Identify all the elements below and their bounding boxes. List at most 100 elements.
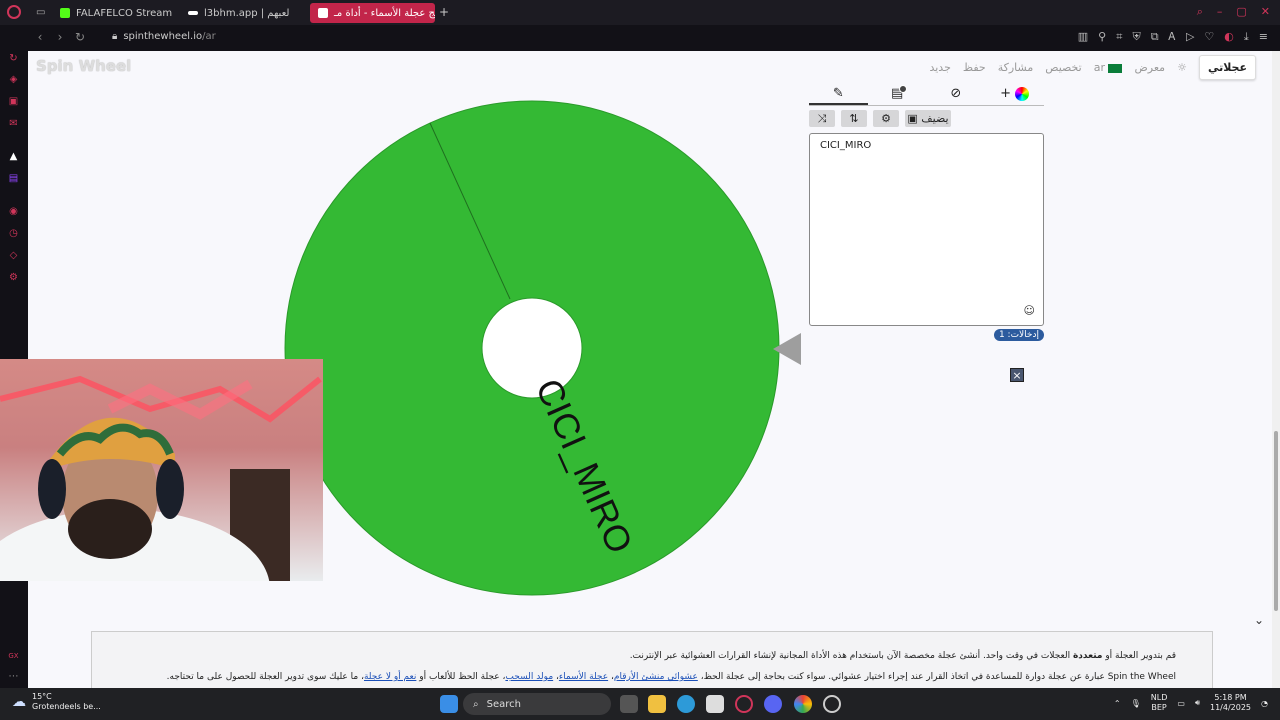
search-icon[interactable]: ⌕ bbox=[1197, 5, 1203, 19]
notifications-icon[interactable]: ◔ bbox=[1261, 699, 1268, 708]
history-icon[interactable]: ◷ bbox=[7, 227, 20, 240]
tab-spinthewheel[interactable]: برنامج عجلة الأسماء - أداة مـ bbox=[310, 3, 435, 23]
reload-icon[interactable]: ↻ bbox=[72, 30, 88, 44]
link-draw-generator[interactable]: مولد السحب bbox=[505, 672, 553, 682]
nav-customize[interactable]: تخصيص bbox=[1045, 61, 1082, 74]
scrollbar-thumb[interactable] bbox=[1274, 431, 1278, 611]
url-host: spinthewheel.io bbox=[123, 31, 203, 42]
shuffle-button[interactable]: ⤨ bbox=[809, 110, 835, 127]
link-random-number[interactable]: عشوائي منشئ الأرقام bbox=[614, 672, 698, 682]
volume-icon[interactable]: 🔊︎ bbox=[1195, 698, 1200, 708]
my-wheels-button[interactable]: عجلاتي bbox=[1198, 55, 1256, 80]
bag-icon[interactable]: ◈ bbox=[7, 73, 20, 86]
twitch-icon[interactable]: ▤ bbox=[7, 172, 20, 185]
minimize-icon[interactable]: – bbox=[1217, 5, 1223, 19]
info-bold: متعددة bbox=[1072, 651, 1103, 661]
start-icon[interactable] bbox=[440, 695, 458, 713]
gx-icon[interactable]: GX bbox=[7, 650, 20, 663]
link-names-wheel[interactable]: عجلة الأسماء bbox=[559, 672, 608, 682]
tab-add-wheel[interactable]: + bbox=[985, 84, 1044, 105]
clock[interactable]: 5:18 PM 11/4/2025 bbox=[1210, 693, 1251, 713]
info-text: قم بتدوير العجلة أو bbox=[1102, 651, 1176, 661]
tab-results[interactable]: ▤ bbox=[868, 84, 927, 105]
new-tab-icon[interactable]: + bbox=[439, 5, 449, 19]
search-label: Search bbox=[486, 698, 521, 710]
maximize-icon[interactable]: ▢ bbox=[1236, 5, 1246, 19]
wallet-icon[interactable]: ▣ bbox=[7, 95, 20, 108]
weather-widget[interactable]: ☁ 15°C Grotendeels be... bbox=[12, 692, 101, 712]
settings-button[interactable]: ⚙ bbox=[873, 110, 899, 127]
edge-icon[interactable] bbox=[677, 695, 695, 713]
page-scrollbar[interactable] bbox=[1272, 51, 1280, 688]
play-icon[interactable]: ▷ bbox=[1186, 30, 1194, 44]
download-icon[interactable]: ⤓ bbox=[1244, 30, 1249, 44]
extensions-icon[interactable]: ⧉ bbox=[1151, 30, 1159, 44]
chevron-up-icon[interactable]: ⌃ bbox=[1114, 699, 1121, 708]
file-explorer-icon[interactable] bbox=[648, 695, 666, 713]
entries-editor: ✎ ▤ ⊘ + ⤨ ⇅ ⚙ ▣ يضيف CICI_MIRO ☺ إدخالات… bbox=[809, 84, 1044, 341]
opera-gx-icon[interactable] bbox=[735, 695, 753, 713]
discord-icon[interactable] bbox=[764, 695, 782, 713]
mail-icon[interactable]: ✉ bbox=[7, 117, 20, 130]
lang-secondary: BEP bbox=[1151, 703, 1167, 712]
forward-icon[interactable]: › bbox=[52, 30, 68, 44]
site-logo[interactable]: Spin Wheel bbox=[36, 57, 131, 75]
aria-icon[interactable]: ▲ bbox=[7, 150, 20, 163]
store-icon[interactable] bbox=[706, 695, 724, 713]
sidebar-toggle-icon[interactable]: ▥ bbox=[1078, 30, 1088, 44]
nav-share[interactable]: مشاركة bbox=[998, 61, 1034, 74]
eye-slash-icon: ⊘ bbox=[950, 86, 962, 101]
pin-icon[interactable]: ◇ bbox=[7, 249, 20, 262]
chevron-down-icon[interactable]: ⌄ bbox=[1254, 613, 1264, 627]
address-bar: ‹ › ↻ 🔒︎ spinthewheel.io/ar ▥ ⚲ ⌗ ⛨ ⧉ Ꭺ … bbox=[28, 25, 1280, 51]
task-view-icon[interactable] bbox=[620, 695, 638, 713]
site-topnav: جديد حفظ مشاركة تخصيص ar معرض ☼ عجلاتي bbox=[929, 55, 1256, 80]
wheel-pointer-icon bbox=[773, 333, 801, 365]
snapshot-icon[interactable]: ⌗ bbox=[1116, 30, 1122, 44]
url-field[interactable]: 🔒︎ spinthewheel.io/ar bbox=[112, 31, 216, 42]
theme-toggle-icon[interactable]: ☼ bbox=[1177, 61, 1187, 74]
editor-tabs: ✎ ▤ ⊘ + bbox=[809, 84, 1044, 106]
entries-textarea[interactable]: CICI_MIRO ☺ bbox=[809, 133, 1044, 326]
back-icon[interactable]: ‹ bbox=[32, 30, 48, 44]
tab-l3bhm[interactable]: l3bhm.app | لعبهم bbox=[180, 3, 305, 23]
windows-taskbar: ☁ 15°C Grotendeels be... ⌕ Search ⌃ 🎙︎ NLD… bbox=[0, 688, 1280, 720]
pin-icon[interactable]: ⚲ bbox=[1098, 30, 1106, 44]
lang-primary: NLD bbox=[1150, 693, 1168, 702]
link-yes-no-wheel[interactable]: نعم أو لا عجلة bbox=[364, 672, 416, 682]
emoji-icon[interactable]: ☺ bbox=[1024, 304, 1035, 317]
entry-line: CICI_MIRO bbox=[820, 140, 872, 151]
tab-edit[interactable]: ✎ bbox=[809, 84, 868, 105]
heart-icon[interactable]: ♡ bbox=[1204, 30, 1214, 44]
close-button[interactable]: × bbox=[1010, 368, 1024, 382]
color-wheel-icon bbox=[1015, 86, 1030, 101]
nav-new[interactable]: جديد bbox=[929, 61, 950, 74]
clock-date: 11/4/2025 bbox=[1209, 703, 1252, 712]
more-icon[interactable]: ⋯ bbox=[7, 670, 20, 683]
translate-icon[interactable]: Ꭺ bbox=[1169, 30, 1176, 44]
player-icon[interactable]: ◉ bbox=[7, 205, 20, 218]
spin-wheel[interactable]: CICI_MIRO bbox=[283, 99, 781, 597]
language-indicator[interactable]: NLD BEP bbox=[1151, 693, 1168, 713]
chrome-icon[interactable] bbox=[794, 695, 812, 713]
tab-hidden[interactable]: ⊘ bbox=[927, 84, 986, 105]
network-icon[interactable]: ▭ bbox=[1177, 699, 1185, 708]
workspaces-icon[interactable]: ▭ bbox=[36, 7, 45, 18]
profile-icon[interactable]: ◐ bbox=[1224, 30, 1234, 44]
sort-button[interactable]: ⇅ bbox=[841, 110, 867, 127]
vpn-icon[interactable]: ⛨ bbox=[1132, 30, 1140, 44]
taskbar-search[interactable]: ⌕ Search bbox=[463, 693, 611, 715]
nav-gallery[interactable]: معرض bbox=[1134, 61, 1165, 74]
add-image-button[interactable]: ▣ يضيف bbox=[905, 110, 951, 127]
window-controls: ⌕ – ▢ ✕ bbox=[1197, 5, 1270, 19]
app-icon[interactable] bbox=[823, 695, 841, 713]
menu-icon[interactable]: ≡ bbox=[1259, 30, 1268, 44]
refresh-icon[interactable]: ↻ bbox=[7, 52, 20, 65]
microphone-icon[interactable]: 🎙︎ bbox=[1131, 699, 1141, 708]
close-icon[interactable]: ✕ bbox=[1261, 5, 1270, 19]
settings-icon[interactable]: ⚙ bbox=[7, 271, 20, 284]
tab-kick[interactable]: FALAFELCO Stream - Wat bbox=[52, 3, 174, 23]
opera-logo-icon[interactable] bbox=[7, 5, 21, 19]
nav-save[interactable]: حفظ bbox=[963, 61, 986, 74]
nav-language[interactable]: ar bbox=[1094, 61, 1123, 74]
